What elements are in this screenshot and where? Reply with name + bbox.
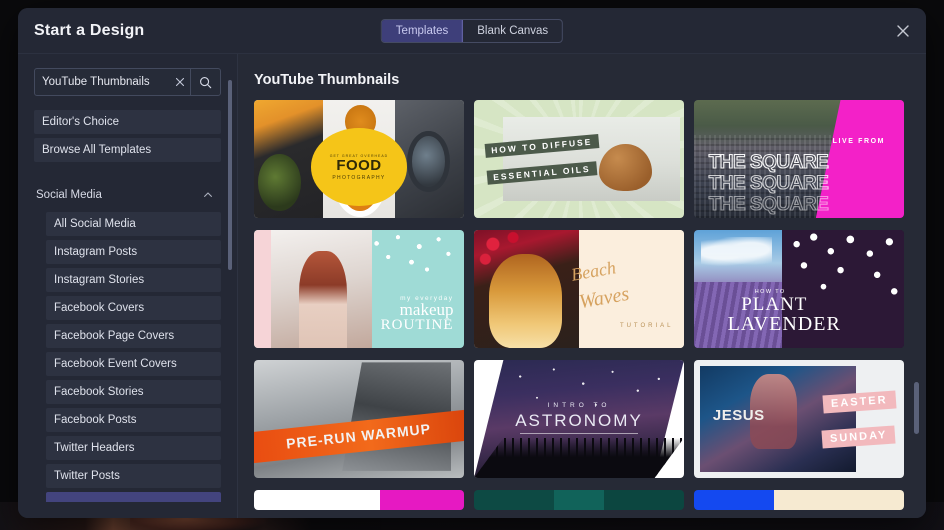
template-line-2: LAVENDER <box>727 313 841 335</box>
thumbnail-art: INTRO TO ASTRONOMY <box>474 360 684 478</box>
food-badge: GET GREAT OVERHEAD FOOD PHOTOGRAPHY <box>310 128 408 207</box>
template-card-how-to-diffuse-essential-oils[interactable]: HOW TO DIFFUSE ESSENTIAL OILS <box>474 100 684 218</box>
tree-silhouettes <box>474 437 684 478</box>
sidebar-group-social-media[interactable]: Social Media <box>34 184 221 206</box>
model-photo <box>270 230 372 348</box>
templates-panel: YouTube Thumbnails GET GREAT OVERHEAD FO… <box>238 54 926 518</box>
caption-block: my everyday makeup ROUTINE <box>381 295 454 333</box>
caption-block: HOW TO PLANT LAVENDER <box>728 289 898 335</box>
sidebar-item-twitter-posts[interactable]: Twitter Posts <box>46 464 221 488</box>
clear-search-icon[interactable] <box>170 69 190 95</box>
modal-body: Editor's Choice Browse All Templates Soc… <box>18 54 926 518</box>
diffuser-photo <box>503 116 680 202</box>
template-line-2: Waves <box>577 282 631 313</box>
sidebar-group-label: Social Media <box>36 189 102 201</box>
template-line-1: PLANT <box>741 294 808 315</box>
template-card-beach-waves-tutorial[interactable]: Beach Waves TUTORIAL <box>474 230 684 348</box>
diffuser-shape <box>598 143 652 192</box>
modal-header: Start a Design Templates Blank Canvas <box>18 8 926 54</box>
template-card-food-photography[interactable]: GET GREAT OVERHEAD FOOD PHOTOGRAPHY <box>254 100 464 218</box>
mode-tabs: Templates Blank Canvas <box>380 18 564 43</box>
main-scrollbar-thumb[interactable] <box>914 382 919 434</box>
template-title: FOOD <box>336 156 382 174</box>
template-card-intro-to-astronomy[interactable]: INTRO TO ASTRONOMY <box>474 360 684 478</box>
sidebar-item-facebook-event-covers[interactable]: Facebook Event Covers <box>46 352 221 376</box>
template-line-1: PRE-RUN WARMUP <box>285 421 433 453</box>
chevron-up-icon <box>203 190 213 200</box>
caption-panel: Beach Waves TUTORIAL <box>569 230 684 348</box>
thumbnail-art: PRE-RUN WARMUP <box>254 360 464 478</box>
sidebar-item-facebook-posts[interactable]: Facebook Posts <box>46 408 221 432</box>
template-tag-1: EASTER <box>822 390 897 414</box>
orange-banner: PRE-RUN WARMUP <box>254 409 464 465</box>
sidebar: Editor's Choice Browse All Templates Soc… <box>18 54 238 518</box>
divider <box>520 433 638 435</box>
template-grid: GET GREAT OVERHEAD FOOD PHOTOGRAPHY HOW … <box>254 100 904 510</box>
template-card-partial-c[interactable] <box>694 490 904 510</box>
sidebar-item-browse-all-templates[interactable]: Browse All Templates <box>34 138 221 162</box>
template-card-live-from-the-square[interactable]: LIVE FROM THE SQUARE THE SQUARE THE SQUA… <box>694 100 904 218</box>
thumbnail-art: JESUS EASTER SUNDAY <box>694 360 904 478</box>
sidebar-item-twitter-headers[interactable]: Twitter Headers <box>46 436 221 460</box>
sidebar-scroll-area: Editor's Choice Browse All Templates Soc… <box>18 110 237 502</box>
sidebar-item-instagram-stories[interactable]: Instagram Stories <box>46 268 221 292</box>
search-input-wrapper <box>35 69 170 95</box>
page-title: Start a Design <box>34 21 145 39</box>
sidebar-item-facebook-stories[interactable]: Facebook Stories <box>46 380 221 404</box>
dot-pattern <box>363 232 460 285</box>
template-eyebrow: my everyday <box>400 294 454 302</box>
thumbnail-art: HOW TO PLANT LAVENDER <box>694 230 904 348</box>
template-line-3: TUTORIAL <box>619 323 674 330</box>
thumbnail-art: my everyday makeup ROUTINE <box>254 230 464 348</box>
template-subtitle: PHOTOGRAPHY <box>332 174 386 181</box>
sidebar-item-selected[interactable] <box>46 492 221 502</box>
template-line-1: ASTRONOMY <box>515 411 643 431</box>
tab-templates[interactable]: Templates <box>381 19 464 42</box>
template-line-2: THE SQUARE <box>708 173 829 195</box>
tab-blank-canvas[interactable]: Blank Canvas <box>463 20 562 42</box>
pink-bar <box>254 230 271 348</box>
sidebar-item-instagram-posts[interactable]: Instagram Posts <box>46 240 221 264</box>
thumbnail-art: HOW TO DIFFUSE ESSENTIAL OILS <box>474 100 684 218</box>
template-card-how-to-plant-lavender[interactable]: HOW TO PLANT LAVENDER <box>694 230 904 348</box>
template-card-partial-a[interactable] <box>254 490 464 510</box>
template-line-1: makeup <box>399 299 454 319</box>
search-input[interactable] <box>42 76 170 88</box>
template-card-my-everyday-makeup-routine[interactable]: my everyday makeup ROUTINE <box>254 230 464 348</box>
search-icon[interactable] <box>190 69 220 95</box>
sidebar-item-all-social-media[interactable]: All Social Media <box>46 212 221 236</box>
start-a-design-modal: Start a Design Templates Blank Canvas Yo… <box>18 8 926 518</box>
thumbnail-art: GET GREAT OVERHEAD FOOD PHOTOGRAPHY <box>254 100 464 218</box>
template-line-1: JESUS <box>712 407 765 425</box>
sidebar-scrollbar-thumb[interactable] <box>228 80 232 270</box>
template-card-jesus-easter-sunday[interactable]: JESUS EASTER SUNDAY <box>694 360 904 478</box>
sidebar-item-facebook-covers[interactable]: Facebook Covers <box>46 296 221 320</box>
template-card-partial-b[interactable] <box>474 490 684 510</box>
hair-photo <box>474 230 579 348</box>
template-line-2: ROUTINE <box>380 317 454 334</box>
thumbnail-art: Beach Waves TUTORIAL <box>474 230 684 348</box>
sidebar-item-facebook-page-covers[interactable]: Facebook Page Covers <box>46 324 221 348</box>
section-title: YouTube Thumbnails <box>254 72 400 88</box>
template-tag-2: SUNDAY <box>821 425 897 449</box>
template-card-pre-run-warmup[interactable]: PRE-RUN WARMUP <box>254 360 464 478</box>
template-line-3: THE SQUARE <box>708 194 829 216</box>
template-eyebrow: INTRO TO <box>547 402 611 410</box>
template-line-1: THE SQUARE <box>708 151 829 173</box>
thumbnail-art: LIVE FROM THE SQUARE THE SQUARE THE SQUA… <box>694 100 904 218</box>
search-box <box>34 68 221 96</box>
caption-block: INTRO TO ASTRONOMY <box>474 402 684 431</box>
close-icon[interactable] <box>894 22 912 40</box>
sidebar-item-editors-choice[interactable]: Editor's Choice <box>34 110 221 134</box>
template-eyebrow: LIVE FROM <box>832 137 886 145</box>
